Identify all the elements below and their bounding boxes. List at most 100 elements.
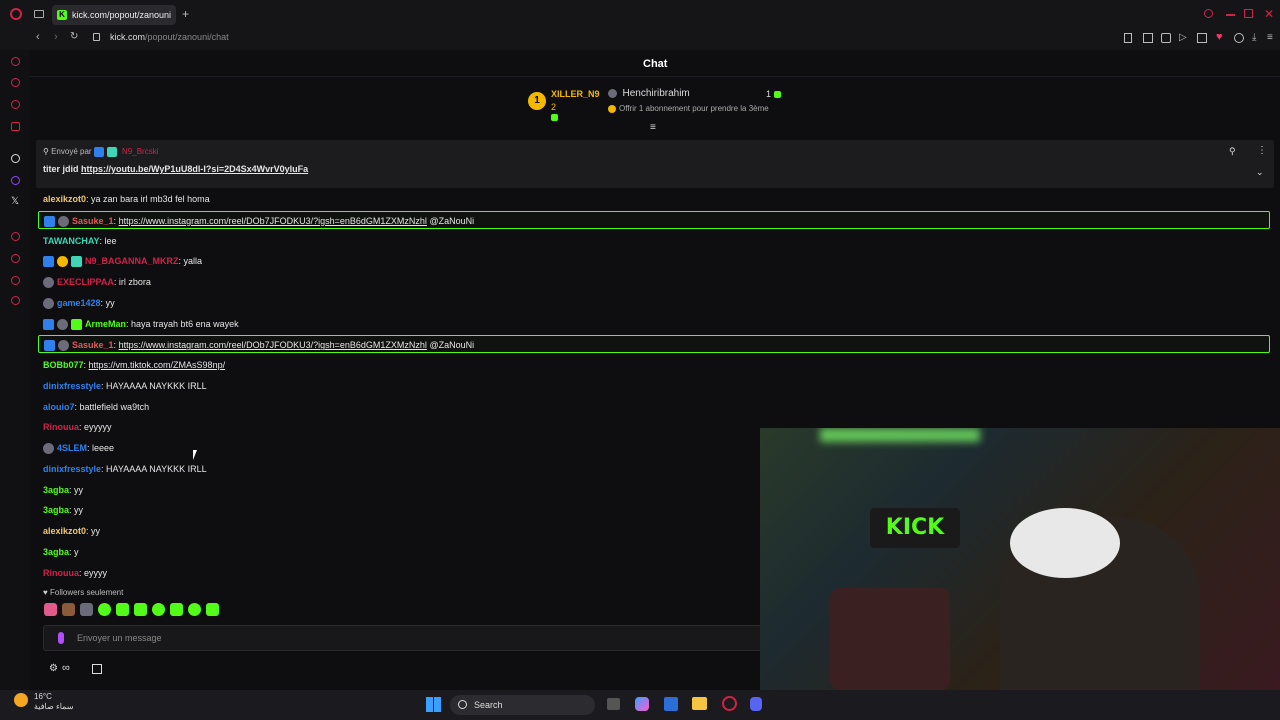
- emote-icon[interactable]: [206, 603, 219, 616]
- url-field[interactable]: kick.com/popout/zanouni/chat: [110, 32, 229, 42]
- store-app-icon[interactable]: [664, 697, 678, 711]
- rank-badge: 1: [528, 92, 546, 110]
- sidebar-twitch-icon[interactable]: [11, 176, 20, 185]
- minimize-icon[interactable]: [1226, 14, 1235, 16]
- chat-username[interactable]: Sasuke_1: [72, 216, 114, 226]
- emote-icon[interactable]: [80, 603, 93, 616]
- bookmark-icon[interactable]: [1124, 33, 1132, 43]
- new-tab-button[interactable]: +: [182, 7, 189, 21]
- pinned-sender[interactable]: N9_Brcski: [122, 147, 158, 156]
- sidebar-ai-icon[interactable]: [11, 78, 20, 87]
- chat-username[interactable]: dinixfresstyle: [43, 464, 101, 474]
- chat-username[interactable]: EXECLIPPAA: [57, 277, 114, 287]
- emote-icon[interactable]: [188, 603, 201, 616]
- chat-settings-icon[interactable]: ⚙: [49, 663, 58, 674]
- browser-tab-kick[interactable]: K kick.com/popout/zanouni: [52, 5, 176, 25]
- toolbar-icons: ▷ ♥ ⤓ ≡: [1124, 31, 1274, 45]
- chat-username[interactable]: 3agba: [43, 505, 69, 515]
- chat-username[interactable]: dinixfresstyle: [43, 381, 101, 391]
- mic-icon[interactable]: [58, 632, 64, 644]
- sub-icon: [774, 91, 781, 98]
- emote-icon[interactable]: [134, 603, 147, 616]
- chat-username[interactable]: 3agba: [43, 547, 69, 557]
- chat-username[interactable]: 3agba: [43, 485, 69, 495]
- chat-username[interactable]: alexikzot0: [43, 194, 86, 204]
- chat-username[interactable]: BOBb077: [43, 360, 84, 370]
- chat-username[interactable]: TAWANCHAY: [43, 236, 100, 246]
- taskbar-search[interactable]: Search: [450, 695, 595, 715]
- file-explorer-icon[interactable]: [692, 697, 707, 710]
- emote-icon[interactable]: [98, 603, 111, 616]
- chat-link[interactable]: https://www.instagram.com/reel/DOb7JFODK…: [119, 216, 427, 226]
- sidebar-kick-icon[interactable]: [11, 154, 20, 163]
- sidebar-clock-icon[interactable]: [11, 254, 20, 263]
- chat-link[interactable]: https://vm.tiktok.com/ZMAsS98np/: [89, 360, 226, 370]
- expand-chevron-icon[interactable]: ⌄: [1256, 167, 1264, 178]
- menu-icon[interactable]: ≡: [1267, 32, 1273, 43]
- sidebar-news-icon[interactable]: [11, 122, 20, 131]
- chat-username[interactable]: alouio7: [43, 402, 75, 412]
- emote-icon[interactable]: [44, 603, 57, 616]
- weather-icon: [14, 693, 28, 707]
- chat-username[interactable]: ArmeMan: [85, 319, 126, 329]
- chat-username[interactable]: Rinouua: [43, 568, 79, 578]
- chat-username[interactable]: Rinouua: [43, 422, 79, 432]
- user-badge-icon: [44, 215, 55, 227]
- search-tabs-icon[interactable]: [1204, 9, 1213, 18]
- gift-cta[interactable]: Offrir 1 abonnement pour prendre la 3ème: [608, 104, 769, 113]
- forward-icon[interactable]: ›: [54, 31, 58, 43]
- emote-icon[interactable]: [170, 603, 183, 616]
- back-icon[interactable]: ‹: [36, 31, 40, 43]
- wallet-icon[interactable]: [1197, 33, 1207, 43]
- discord-taskbar-icon[interactable]: [750, 697, 762, 711]
- sidebar-history-icon[interactable]: [11, 57, 20, 66]
- chat-username[interactable]: N9_BAGANNA_MKRZ: [85, 256, 179, 266]
- url-host: kick.com: [110, 32, 146, 42]
- task-view-icon[interactable]: [607, 698, 620, 710]
- download-icon[interactable]: ⤓: [1252, 32, 1256, 43]
- chat-message-input[interactable]: Envoyer un message: [43, 625, 763, 651]
- shield-icon[interactable]: [1161, 33, 1171, 43]
- start-icon[interactable]: [426, 697, 441, 712]
- emote-icon[interactable]: [116, 603, 129, 616]
- heart-icon[interactable]: ♥: [1216, 31, 1223, 43]
- play-icon[interactable]: ▷: [1179, 32, 1187, 43]
- infinity-icon[interactable]: ∞: [62, 662, 70, 674]
- tab-list-icon[interactable]: [34, 10, 44, 18]
- pinned-link[interactable]: https://youtu.be/WyP1uU8dl-I?si=2D4Sx4Wv…: [81, 164, 308, 174]
- emote-icon[interactable]: [152, 603, 165, 616]
- pinned-text: titer jdid: [43, 164, 79, 174]
- sidebar-heart-icon[interactable]: [11, 276, 20, 285]
- chat-text: leeee: [92, 443, 115, 453]
- close-icon[interactable]: ✕: [1264, 7, 1274, 21]
- sidebar-settings-icon[interactable]: [11, 296, 20, 305]
- emote-icon[interactable]: [62, 603, 75, 616]
- chat-username[interactable]: game1428: [57, 298, 101, 308]
- chat-username[interactable]: Sasuke_1: [72, 340, 114, 350]
- chat-text: lee: [104, 235, 117, 246]
- chat-text: HAYAAAA NAYKKK IRLL: [106, 463, 207, 474]
- collapse-icon[interactable]: ≡: [650, 122, 656, 133]
- opera-logo-icon[interactable]: [10, 8, 22, 20]
- profile-icon[interactable]: [1234, 33, 1244, 43]
- maximize-icon[interactable]: [1244, 9, 1253, 18]
- weather-widget[interactable]: 16°C سماء صافية: [34, 692, 74, 712]
- chat-link[interactable]: https://www.instagram.com/reel/DOb7JFODK…: [119, 340, 427, 350]
- chat-username[interactable]: 4SLEM: [57, 443, 87, 453]
- unpin-icon[interactable]: ⚲: [1229, 146, 1236, 157]
- sidebar-music-icon[interactable]: [11, 232, 20, 241]
- copilot-icon[interactable]: [635, 697, 649, 711]
- chat-mention[interactable]: @ZaNouNi: [427, 216, 474, 226]
- sidebar-messenger-icon[interactable]: [11, 100, 20, 109]
- top-gifter-name: XILLER_N9: [551, 89, 600, 99]
- snapshot-icon[interactable]: [1143, 33, 1153, 43]
- webcam-overlay: KICK: [760, 428, 1280, 690]
- second-gifter[interactable]: Henchiribrahim 1: [608, 88, 781, 99]
- opera-taskbar-icon[interactable]: [722, 696, 737, 711]
- store-icon[interactable]: [92, 664, 102, 674]
- more-options-icon[interactable]: ⋮: [1257, 145, 1267, 156]
- reload-icon[interactable]: ↻: [70, 31, 78, 42]
- chat-mention[interactable]: @ZaNouNi: [427, 340, 474, 350]
- sidebar-x-icon[interactable]: 𝕏: [11, 196, 19, 207]
- chat-username[interactable]: alexikzot0: [43, 526, 86, 536]
